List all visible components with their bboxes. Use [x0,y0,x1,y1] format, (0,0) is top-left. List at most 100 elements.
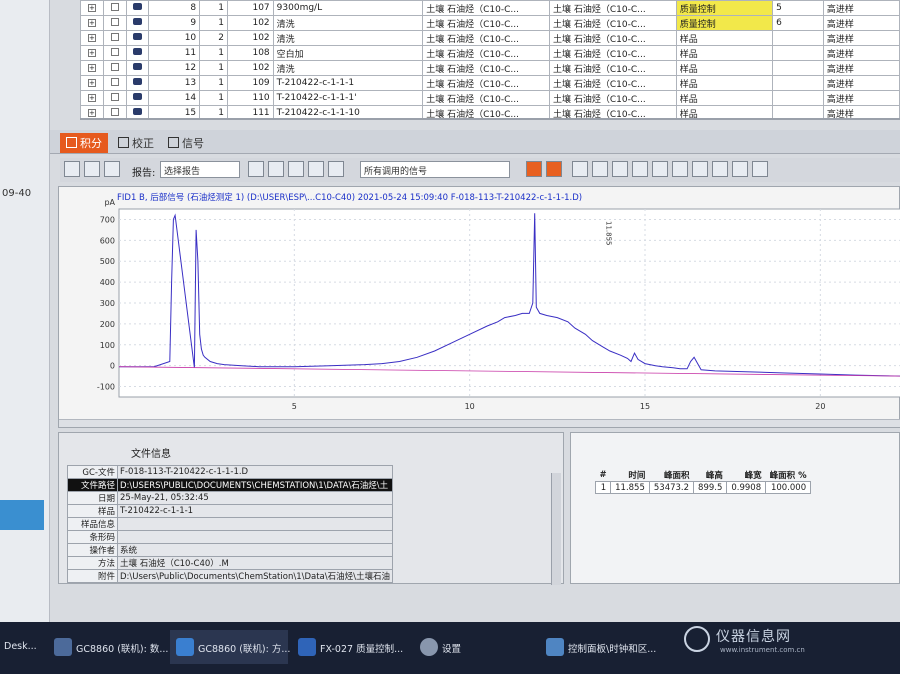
tab-integration[interactable]: 积分 [60,133,108,153]
row-checkbox[interactable] [110,107,119,116]
report-select[interactable]: 选择报告 [160,161,240,178]
row-checkbox[interactable] [110,32,119,41]
cell-status[interactable]: 高进样 [822,105,900,118]
cell-method1[interactable]: 土壤 石油烃（C10-C... [422,75,551,91]
cell-c3[interactable]: 102 [227,15,274,31]
file-info-row[interactable]: GC-文件 F-018-113-T-210422-c-1-1-1.D [67,465,393,479]
peak-negative-icon[interactable] [672,161,688,177]
file-info-row[interactable]: 样品 T-210422-c-1-1-1 [67,504,393,518]
taskbar-item-desktop[interactable]: Desk... [0,630,41,664]
cell-method1[interactable]: 土壤 石油烃（C10-C... [422,30,551,46]
peak-column-header[interactable]: 峰面积 % [766,469,811,482]
row-checkbox[interactable] [110,92,119,101]
cell-c2[interactable]: 1 [199,90,229,106]
cell-c3[interactable]: 108 [227,45,274,61]
file-info-row[interactable]: 条形码 [67,530,393,544]
cell-name[interactable]: 清洗 [272,60,424,76]
chromatogram-chart[interactable]: 700 600 500 400 300 200 100 0 -100 pA 5 10 15 20 11.85… [59,187,900,419]
cell-no[interactable]: 15 [148,105,201,118]
cell-method2[interactable]: 土壤 石油烃（C10-C... [549,30,677,46]
table-row[interactable]: +15 1 111 T-210422-c-1-1-10 土壤 石油烃（C10-C... 土… [80,105,900,118]
file-info-row[interactable]: 样品信息 [67,517,393,531]
cell-c2[interactable]: 1 [199,60,229,76]
expand-icon[interactable]: + [87,64,96,72]
cell-c2[interactable]: 1 [199,105,229,118]
cell-type[interactable]: 样品 [675,90,774,106]
cell-type[interactable]: 样品 [675,45,774,61]
cell-c2[interactable]: 1 [199,15,229,31]
cell-method2[interactable]: 土壤 石油烃（C10-C... [549,15,677,31]
file-info-value[interactable]: T-210422-c-1-1-1 [117,504,393,518]
cell-c2[interactable]: 1 [199,45,229,61]
cell-type[interactable]: 样品 [675,75,774,91]
table-row[interactable]: +10 2 102 清洗 土壤 石油烃（C10-C... 土壤 石油烃（C10-C... 样… [80,30,900,46]
baseline-icon[interactable] [572,161,588,177]
integrate-icon[interactable] [64,161,80,177]
cell-c2[interactable]: 2 [199,30,229,46]
cell-no[interactable]: 8 [148,0,201,16]
cell-method2[interactable]: 土壤 石油烃（C10-C... [549,0,677,16]
export-icon[interactable] [328,161,344,177]
cell-name[interactable]: 清洗 [272,15,424,31]
cell-c9[interactable] [772,45,824,61]
file-info-row[interactable]: 附件 D:\Users\Public\Documents\ChemStation\… [67,569,393,583]
cell-name[interactable]: T-210422-c-1-1-1' [272,90,424,106]
cell-type[interactable]: 样品 [675,105,774,118]
cell-method2[interactable]: 土壤 石油烃（C10-C... [549,60,677,76]
cell-status[interactable]: 高进样 [822,0,900,16]
peak-split-icon[interactable] [612,161,628,177]
cell-method1[interactable]: 土壤 石油烃（C10-C... [422,0,551,16]
cell-type[interactable]: 质量控制 [675,15,774,31]
file-info-value[interactable]: 25-May-21, 05:32:45 [117,491,393,505]
row-checkbox[interactable] [110,17,119,26]
file-info-value[interactable]: D:\USERS\PUBLIC\DOCUMENTS\CHEMSTATION\1\… [117,478,393,492]
cell-name[interactable]: 空白加 [272,45,424,61]
peak-column-header[interactable]: 时间 [611,469,650,482]
cell-c3[interactable]: 102 [227,60,274,76]
cell-name[interactable]: T-210422-c-1-1-10 [272,105,424,118]
row-checkbox[interactable] [110,77,119,86]
file-info-row[interactable]: 操作者 系统 [67,543,393,557]
cell-status[interactable]: 高进样 [822,45,900,61]
search-icon[interactable] [268,161,284,177]
file-info-value[interactable]: 系统 [117,543,393,557]
tab-signal[interactable]: 信号 [162,133,210,153]
cell-type[interactable]: 质量控制 [675,0,774,16]
cell-c3[interactable]: 111 [227,105,274,118]
cell-type[interactable]: 样品 [675,30,774,46]
peak-column-header[interactable]: 峰宽 [727,469,766,482]
taskbar-item-gc-method[interactable]: GC8860 (联机): 方... [170,630,290,664]
cell-c9[interactable] [772,105,824,118]
peak-skim-icon[interactable] [692,161,708,177]
redo-icon[interactable] [732,161,748,177]
cell-no[interactable]: 10 [148,30,201,46]
expand-icon[interactable]: + [87,94,96,102]
file-info-row[interactable]: 日期 25-May-21, 05:32:45 [67,491,393,505]
cell-method1[interactable]: 土壤 石油烃（C10-C... [422,15,551,31]
cell-c9[interactable] [772,60,824,76]
peak-column-header[interactable]: 峰面积 [649,469,693,482]
cell-c2[interactable]: 1 [199,75,229,91]
cell-method2[interactable]: 土壤 石油烃（C10-C... [549,45,677,61]
cell-c9[interactable]: 5 [772,0,824,16]
taskbar-item-qc[interactable]: FX-027 质量控制... [292,630,410,664]
cell-c3[interactable]: 110 [227,90,274,106]
cell-status[interactable]: 高进样 [822,75,900,91]
print-icon[interactable] [308,161,324,177]
tab-calibration[interactable]: 校正 [112,133,160,153]
row-checkbox[interactable] [110,47,119,56]
table-row[interactable]: 1 11.855 53473.2 899.5 0.9908 100.000 [594,481,812,494]
cell-status[interactable]: 高进样 [822,90,900,106]
copy-icon[interactable] [288,161,304,177]
cell-name[interactable]: T-210422-c-1-1-1 [272,75,424,91]
cell-name[interactable]: 清洗 [272,30,424,46]
cell-status[interactable]: 高进样 [822,30,900,46]
cell-type[interactable]: 样品 [675,60,774,76]
print-preview-icon[interactable] [248,161,264,177]
cell-c9[interactable] [772,30,824,46]
cell-name[interactable]: 9300mg/L [272,0,424,16]
peak-column-header[interactable]: # [596,469,611,482]
file-info-value[interactable]: D:\Users\Public\Documents\ChemStation\1\… [117,569,393,583]
file-info-row[interactable]: 文件路径 D:\USERS\PUBLIC\DOCUMENTS\CHEMSTATIO… [67,478,393,492]
table-row[interactable]: +14 1 110 T-210422-c-1-1-1' 土壤 石油烃（C10-C... 土… [80,90,900,106]
